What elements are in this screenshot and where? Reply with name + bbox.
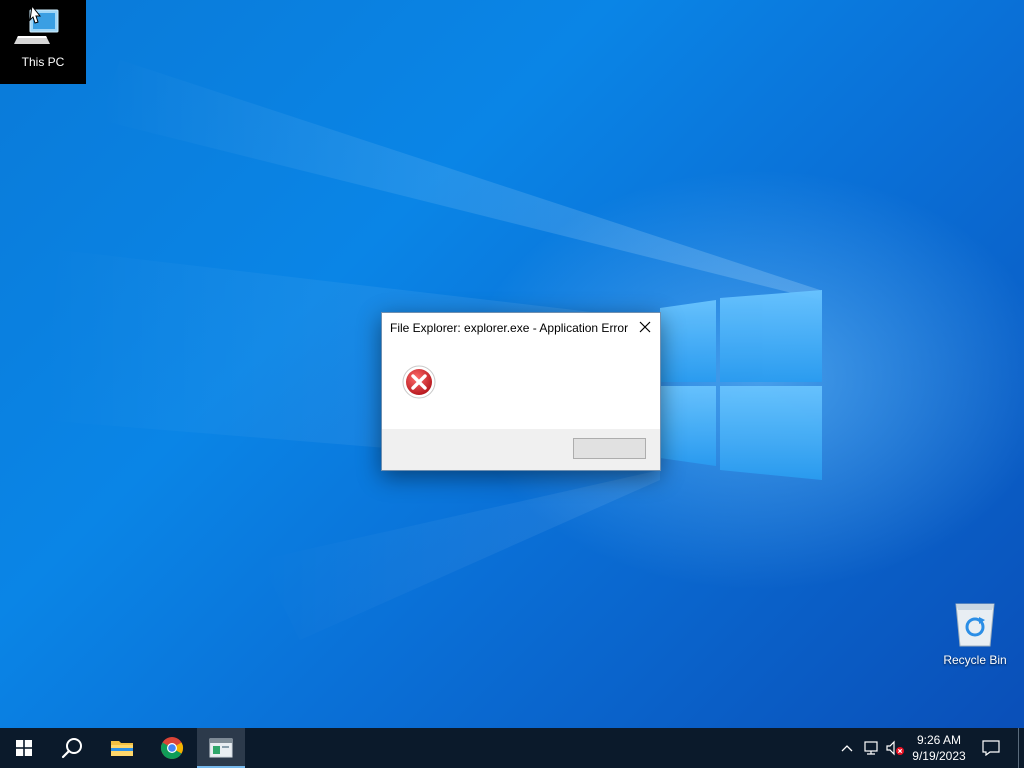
error-icon <box>402 365 436 399</box>
recycle-bin-icon <box>955 603 995 647</box>
folder-icon <box>111 741 133 756</box>
desktop-icon-recycle-bin[interactable]: Recycle Bin <box>932 600 1018 670</box>
this-pc-icon <box>14 4 59 44</box>
error-dialog: File Explorer: explorer.exe - Applicatio… <box>381 312 661 471</box>
network-icon <box>864 741 878 755</box>
volume-tray-button[interactable] <box>884 728 906 768</box>
close-button[interactable] <box>634 316 656 338</box>
chrome-button[interactable] <box>148 728 196 768</box>
notification-icon <box>982 740 1000 756</box>
dialog-footer <box>382 429 660 470</box>
file-explorer-button[interactable] <box>98 728 146 768</box>
volume-muted-icon <box>886 740 904 756</box>
clock[interactable]: 9:26 AM 9/19/2023 <box>906 728 972 768</box>
windows-logo <box>660 290 822 480</box>
show-desktop-button[interactable] <box>1018 728 1024 768</box>
show-hidden-icons-button[interactable] <box>838 728 856 768</box>
taskbar: 9:26 AM 9/19/2023 <box>0 728 1024 768</box>
close-icon <box>639 321 651 333</box>
dialog-title: File Explorer: explorer.exe - Applicatio… <box>390 321 629 335</box>
notifications-button[interactable] <box>976 728 1006 768</box>
desktop-icon-label: This PC <box>21 55 65 69</box>
start-button[interactable] <box>0 728 48 768</box>
desktop-icon-label: Recycle Bin <box>943 653 1007 667</box>
active-app-button[interactable] <box>197 728 245 768</box>
clock-date: 9/19/2023 <box>912 749 966 763</box>
network-tray-button[interactable] <box>860 728 882 768</box>
windows-start-icon <box>16 740 32 756</box>
chevron-up-icon <box>841 745 853 752</box>
clock-time: 9:26 AM <box>916 733 962 747</box>
chrome-icon <box>161 737 183 759</box>
app-window-icon <box>209 738 233 758</box>
ok-button[interactable] <box>573 438 646 459</box>
desktop-icon-this-pc[interactable]: This PC <box>0 0 86 84</box>
search-icon <box>61 738 82 759</box>
search-button[interactable] <box>48 728 96 768</box>
